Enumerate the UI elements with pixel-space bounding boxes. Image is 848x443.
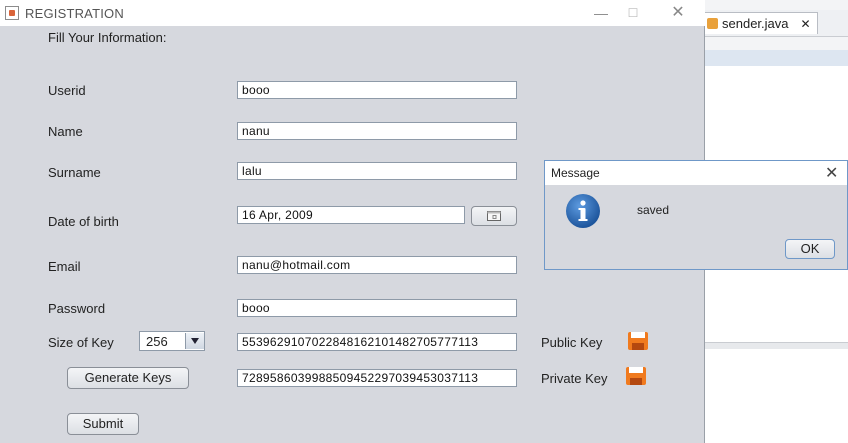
- message-dialog: Message ✕ saved OK: [544, 160, 848, 270]
- surname-field[interactable]: lalu: [237, 162, 517, 180]
- ide-header-strip: [705, 50, 848, 66]
- submit-button[interactable]: Submit: [67, 413, 139, 435]
- ok-button[interactable]: OK: [785, 239, 835, 259]
- java-file-icon: [707, 18, 718, 29]
- dialog-title: Message: [551, 166, 600, 180]
- ide-tab-sender[interactable]: sender.java ✕: [700, 12, 818, 34]
- calendar-icon: [487, 211, 501, 221]
- floppy-disk-icon[interactable]: [625, 366, 647, 386]
- floppy-disk-icon[interactable]: [627, 331, 649, 351]
- password-label: Password: [48, 301, 106, 316]
- email-label: Email: [48, 259, 81, 274]
- key-size-value: 256: [146, 333, 168, 349]
- password-field[interactable]: booo: [237, 299, 517, 317]
- public-key-label: Public Key: [541, 335, 603, 350]
- surname-label: Surname: [48, 165, 101, 180]
- minimize-button[interactable]: —: [587, 4, 615, 22]
- java-cup-icon: [5, 6, 19, 20]
- name-field[interactable]: nanu: [237, 122, 517, 140]
- triangle-down-icon[interactable]: [185, 333, 204, 349]
- userid-field[interactable]: booo: [237, 81, 517, 99]
- dialog-close-button[interactable]: ✕: [825, 163, 838, 183]
- key-size-label: Size of Key: [48, 335, 114, 350]
- private-key-label: Private Key: [541, 371, 608, 386]
- public-key-field[interactable]: 5539629107022848162101482705777113: [237, 333, 517, 351]
- close-button[interactable]: ✕: [664, 4, 692, 22]
- ide-tab-close-icon[interactable]: ✕: [801, 17, 811, 31]
- email-field[interactable]: nanu@hotmail.com: [237, 256, 517, 274]
- userid-label: Userid: [48, 83, 86, 98]
- name-label: Name: [48, 124, 83, 139]
- form-heading: Fill Your Information:: [48, 30, 167, 45]
- private-key-field[interactable]: 7289586039988509452297039453037113: [237, 369, 517, 387]
- maximize-button[interactable]: ☐: [619, 4, 647, 22]
- calendar-button[interactable]: [471, 206, 517, 226]
- ide-output-area[interactable]: [705, 349, 848, 443]
- generate-keys-button[interactable]: Generate Keys: [67, 367, 189, 389]
- info-icon: [565, 193, 601, 229]
- key-size-dropdown[interactable]: 256: [139, 331, 205, 351]
- dob-label: Date of birth: [48, 214, 119, 229]
- dob-field[interactable]: 16 Apr, 2009: [237, 206, 465, 224]
- ide-tab-label: sender.java: [722, 16, 789, 31]
- window-title: REGISTRATION: [25, 6, 124, 21]
- dialog-message: saved: [637, 203, 670, 217]
